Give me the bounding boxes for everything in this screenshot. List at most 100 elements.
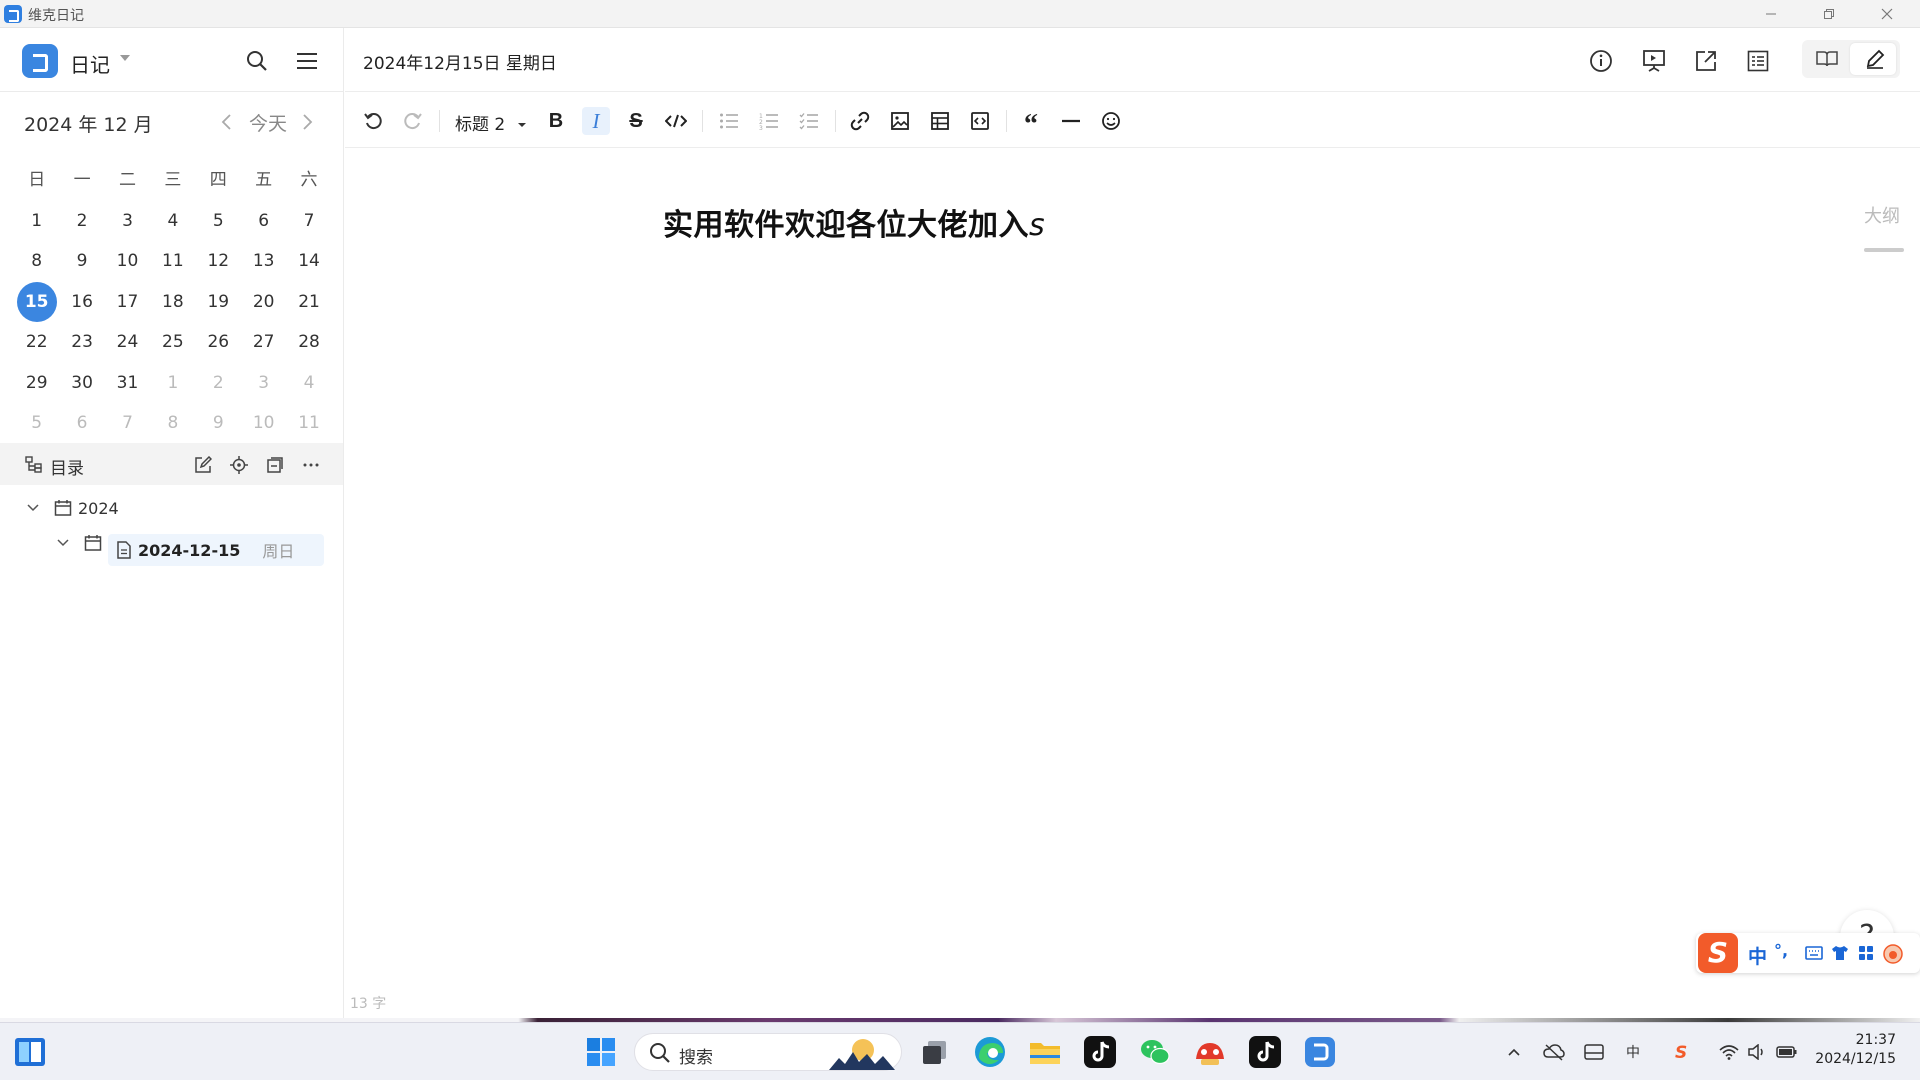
code-block-icon[interactable] (966, 107, 994, 135)
inline-code-icon[interactable] (662, 107, 690, 135)
calendar-day[interactable]: 21 (286, 282, 331, 322)
emoji-icon[interactable] (1097, 107, 1125, 135)
menu-icon[interactable] (294, 48, 320, 74)
minimize-button[interactable] (1742, 0, 1800, 28)
close-button[interactable] (1858, 0, 1916, 28)
game-app-icon[interactable] (1193, 1035, 1227, 1069)
tree-node-entry[interactable]: 2024-12-15 周日 (116, 535, 294, 565)
input-lang-icon[interactable]: 中 (1622, 1040, 1646, 1064)
tiktok-icon[interactable] (1083, 1035, 1117, 1069)
calendar-day[interactable]: 1 (150, 363, 195, 403)
calendar-day-selected[interactable]: 15 (14, 281, 59, 322)
chevron-up-icon[interactable] (1504, 1042, 1524, 1062)
windows-start-icon[interactable] (584, 1035, 618, 1069)
task-list-icon[interactable] (795, 107, 823, 135)
calendar-day[interactable]: 19 (196, 282, 241, 322)
wifi-icon[interactable] (1717, 1040, 1741, 1064)
calendar-day[interactable]: 16 (59, 282, 104, 322)
calendar-day[interactable]: 3 (241, 363, 286, 403)
calendar-day[interactable]: 4 (286, 363, 331, 403)
toolbox-grid-icon[interactable] (1856, 943, 1876, 963)
chevron-down-icon[interactable] (56, 538, 70, 548)
calendar-day[interactable]: 6 (59, 403, 104, 443)
ime-avatar-icon[interactable] (1882, 943, 1904, 965)
calendar-day[interactable]: 12 (196, 241, 241, 281)
sogou-logo-icon[interactable]: S (1698, 933, 1738, 973)
restore-button[interactable] (1800, 0, 1858, 28)
onedrive-offline-icon[interactable] (1542, 1040, 1566, 1064)
keyboard-icon[interactable] (1804, 943, 1824, 963)
calendar-day[interactable]: 17 (105, 282, 150, 322)
read-mode-icon[interactable] (1814, 48, 1840, 70)
wechat-icon[interactable] (1138, 1035, 1172, 1069)
calendar-day[interactable]: 7 (105, 403, 150, 443)
battery-icon[interactable] (1775, 1040, 1799, 1064)
calendar-day[interactable]: 18 (150, 282, 195, 322)
calendar-day[interactable]: 9 (59, 241, 104, 281)
calendar-day[interactable]: 8 (150, 403, 195, 443)
calendar-day[interactable]: 27 (241, 322, 286, 362)
calendar-day[interactable]: 6 (241, 201, 286, 241)
share-export-icon[interactable] (1693, 48, 1719, 74)
notebook-icon[interactable] (22, 44, 58, 78)
calendar-day[interactable]: 30 (59, 363, 104, 403)
skin-shirt-icon[interactable] (1830, 943, 1850, 963)
calendar-day[interactable]: 10 (105, 241, 150, 281)
new-entry-icon[interactable] (192, 454, 214, 476)
numbered-list-icon[interactable]: 123 (755, 107, 783, 135)
redo-icon[interactable] (399, 107, 427, 135)
italic-icon[interactable]: I (582, 107, 610, 135)
collapse-all-icon[interactable] (264, 454, 286, 476)
table-icon[interactable] (926, 107, 954, 135)
image-icon[interactable] (886, 107, 914, 135)
calendar-day[interactable]: 20 (241, 282, 286, 322)
bullet-list-icon[interactable] (715, 107, 743, 135)
tree-node-year[interactable]: 2024 (26, 493, 119, 523)
quote-icon[interactable]: “ (1017, 107, 1045, 139)
prev-month-icon[interactable] (216, 111, 236, 133)
calendar-day[interactable]: 11 (150, 241, 195, 281)
calendar-day[interactable]: 4 (150, 201, 195, 241)
calendar-day[interactable]: 5 (14, 403, 59, 443)
content-heading[interactable]: 实用软件欢迎各位大佬加入s (663, 200, 1045, 244)
notebook-name[interactable]: 日记 (70, 49, 110, 78)
bold-icon[interactable]: B (542, 107, 570, 135)
calendar-day[interactable]: 5 (196, 201, 241, 241)
calendar-day[interactable]: 13 (241, 241, 286, 281)
calendar-day[interactable]: 29 (14, 363, 59, 403)
calendar-day[interactable]: 28 (286, 322, 331, 362)
ime-mode[interactable]: 中 (1748, 942, 1767, 969)
link-icon[interactable] (846, 107, 874, 135)
task-view-icon[interactable] (918, 1035, 952, 1069)
presentation-icon[interactable] (1641, 48, 1667, 74)
search-icon[interactable] (244, 48, 270, 74)
strikethrough-icon[interactable]: S (622, 107, 650, 135)
notebook-dropdown-icon[interactable] (120, 55, 130, 61)
calendar-day[interactable]: 24 (105, 322, 150, 362)
sogou-tray-icon[interactable]: S (1670, 1040, 1694, 1064)
calendar-day[interactable]: 26 (196, 322, 241, 362)
weike-diary-icon[interactable] (1303, 1035, 1337, 1069)
edit-mode-icon[interactable] (1862, 48, 1888, 70)
taskbar-clock[interactable]: 21:37 2024/12/15 (1815, 1031, 1896, 1069)
calendar-day[interactable]: 9 (196, 403, 241, 443)
calendar-day[interactable]: 23 (59, 322, 104, 362)
chevron-down-icon[interactable] (26, 503, 40, 513)
undo-icon[interactable] (359, 107, 387, 135)
heading-select[interactable]: 标题 2 (455, 110, 527, 135)
outline-label[interactable]: 大纲 (1864, 202, 1900, 228)
device-icon[interactable] (1582, 1040, 1606, 1064)
locate-icon[interactable] (228, 454, 250, 476)
taskbar-search[interactable]: 搜索 (634, 1033, 902, 1071)
horizontal-rule-icon[interactable] (1057, 107, 1085, 135)
file-explorer-icon[interactable] (1028, 1035, 1062, 1069)
edge-browser-icon[interactable] (973, 1035, 1007, 1069)
today-button[interactable]: 今天 (249, 109, 287, 136)
calendar-day[interactable]: 10 (241, 403, 286, 443)
toc-icon[interactable] (1745, 48, 1771, 74)
calendar-day[interactable]: 2 (59, 201, 104, 241)
calendar-day[interactable]: 1 (14, 201, 59, 241)
calendar-day[interactable]: 7 (286, 201, 331, 241)
next-month-icon[interactable] (298, 111, 318, 133)
tiktok-icon[interactable] (1248, 1035, 1282, 1069)
